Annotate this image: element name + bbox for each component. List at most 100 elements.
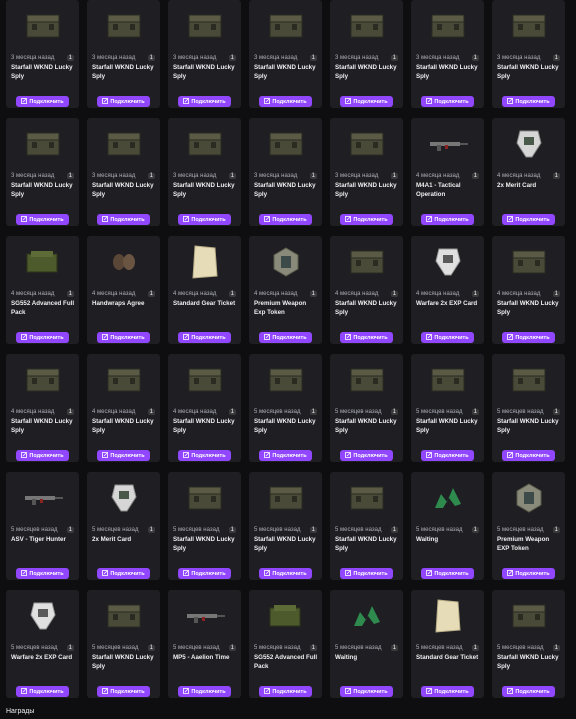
connect-button[interactable]: Подключить: [421, 450, 474, 461]
external-link-icon: [426, 451, 433, 460]
connect-button[interactable]: Подключить: [97, 332, 150, 343]
reward-time: 3 месяца назад: [254, 173, 298, 179]
reward-title: Starfall WKND Lucky Sply: [254, 182, 316, 198]
connect-button[interactable]: Подключить: [259, 214, 312, 225]
connect-button[interactable]: Подключить: [16, 568, 69, 579]
external-link-icon: [183, 333, 190, 342]
reward-card: 5 месяцев назад 1 2x Merit Card Подключить: [87, 472, 160, 580]
connect-button[interactable]: Подключить: [502, 568, 555, 579]
external-link-icon: [21, 215, 28, 224]
connect-button[interactable]: Подключить: [421, 568, 474, 579]
connect-button[interactable]: Подключить: [502, 450, 555, 461]
reward-time: 5 месяцев назад: [254, 409, 301, 415]
connect-button[interactable]: Подключить: [259, 332, 312, 343]
connect-button[interactable]: Подключить: [16, 96, 69, 107]
external-link-icon: [426, 97, 433, 106]
connect-button[interactable]: Подключить: [421, 332, 474, 343]
reward-card: 5 месяцев назад 1 Starfall WKND Lucky Sply…: [411, 354, 484, 462]
connect-button-label: Подключить: [191, 216, 226, 223]
connect-button[interactable]: Подключить: [178, 332, 231, 343]
connect-button[interactable]: Подключить: [502, 686, 555, 697]
reward-count-badge: 1: [552, 645, 560, 651]
external-link-icon: [102, 97, 109, 106]
connect-button[interactable]: Подключить: [502, 332, 555, 343]
reward-count-badge: 1: [147, 55, 155, 61]
reward-card: 3 месяца назад 1 Starfall WKND Lucky Sply П…: [492, 0, 565, 108]
connect-button[interactable]: Подключить: [97, 450, 150, 461]
reward-title: MP5 - Aaelion Time: [173, 654, 230, 661]
connect-button[interactable]: Подключить: [16, 686, 69, 697]
connect-button[interactable]: Подключить: [340, 214, 393, 225]
reward-time: 5 месяцев назад: [92, 527, 139, 533]
connect-button-label: Подключить: [272, 216, 307, 223]
connect-button-label: Подключить: [191, 452, 226, 459]
connect-button[interactable]: Подключить: [16, 450, 69, 461]
reward-card: 3 месяца назад 1 Starfall WKND Lucky Sply П…: [87, 0, 160, 108]
reward-time: 4 месяца назад: [92, 409, 136, 415]
connect-button[interactable]: Подключить: [340, 332, 393, 343]
reward-meta: 3 месяца назад 1: [254, 173, 317, 179]
connect-button[interactable]: Подключить: [259, 96, 312, 107]
reward-time: 4 месяца назад: [173, 409, 217, 415]
connect-button[interactable]: Подключить: [340, 686, 393, 697]
connect-button-label: Подключить: [272, 570, 307, 577]
reward-count-badge: 1: [228, 291, 236, 297]
reward-count-badge: 1: [309, 409, 317, 415]
connect-button[interactable]: Подключить: [340, 568, 393, 579]
connect-button[interactable]: Подключить: [97, 686, 150, 697]
reward-time: 5 месяцев назад: [497, 527, 544, 533]
merit-card-icon: [87, 472, 160, 524]
connect-button-label: Подключить: [191, 688, 226, 695]
reward-count-badge: 1: [309, 55, 317, 61]
connect-button[interactable]: Подключить: [421, 96, 474, 107]
reward-time: 5 месяцев назад: [416, 527, 463, 533]
external-link-icon: [345, 687, 352, 696]
connect-button[interactable]: Подключить: [502, 214, 555, 225]
reward-count-badge: 1: [390, 645, 398, 651]
connect-button[interactable]: Подключить: [340, 96, 393, 107]
reward-count-badge: 1: [390, 55, 398, 61]
reward-card: 4 месяца назад 1 Starfall WKND Lucky Sply П…: [6, 354, 79, 462]
reward-meta: 5 месяцев назад 1: [173, 645, 236, 651]
connect-button-label: Подключить: [434, 570, 469, 577]
connect-button[interactable]: Подключить: [16, 214, 69, 225]
external-link-icon: [21, 569, 28, 578]
reward-title: Starfall WKND Lucky Sply: [254, 536, 316, 552]
reward-card: 3 месяца назад 1 Starfall WKND Lucky Sply П…: [249, 0, 322, 108]
connect-button[interactable]: Подключить: [178, 450, 231, 461]
connect-button[interactable]: Подключить: [421, 214, 474, 225]
reward-time: 5 месяцев назад: [254, 645, 301, 651]
reward-meta: 4 месяца назад 1: [254, 291, 317, 297]
reward-meta: 5 месяцев назад 1: [335, 409, 398, 415]
connect-button[interactable]: Подключить: [97, 568, 150, 579]
connect-button-label: Подключить: [29, 334, 64, 341]
reward-title: Premium Weapon Exp Token: [254, 300, 307, 316]
connect-button[interactable]: Подключить: [178, 686, 231, 697]
connect-button[interactable]: Подключить: [421, 686, 474, 697]
reward-meta: 5 месяцев назад 1: [173, 527, 236, 533]
reward-title: Starfall WKND Lucky Sply: [92, 182, 154, 198]
connect-button[interactable]: Подключить: [502, 96, 555, 107]
connect-button-label: Подключить: [353, 570, 388, 577]
external-link-icon: [183, 569, 190, 578]
reward-title: Starfall WKND Lucky Sply: [173, 64, 235, 80]
reward-count-badge: 1: [390, 409, 398, 415]
connect-button[interactable]: Подключить: [340, 450, 393, 461]
connect-button[interactable]: Подключить: [178, 96, 231, 107]
reward-time: 3 месяца назад: [11, 55, 55, 61]
reward-count-badge: 1: [471, 527, 479, 533]
connect-button[interactable]: Подключить: [16, 332, 69, 343]
connect-button[interactable]: Подключить: [97, 96, 150, 107]
connect-button[interactable]: Подключить: [259, 568, 312, 579]
reward-title: Starfall WKND Lucky Sply: [11, 182, 73, 198]
connect-button[interactable]: Подключить: [178, 214, 231, 225]
connect-button-label: Подключить: [434, 452, 469, 459]
reward-time: 5 месяцев назад: [92, 645, 139, 651]
connect-button[interactable]: Подключить: [259, 686, 312, 697]
connect-button[interactable]: Подключить: [97, 214, 150, 225]
connect-button[interactable]: Подключить: [259, 450, 312, 461]
reward-card: 5 месяцев назад 1 SG552 Advanced Full Pack…: [249, 590, 322, 698]
connect-button[interactable]: Подключить: [178, 568, 231, 579]
external-link-icon: [183, 97, 190, 106]
reward-meta: 4 месяца назад 1: [11, 409, 74, 415]
